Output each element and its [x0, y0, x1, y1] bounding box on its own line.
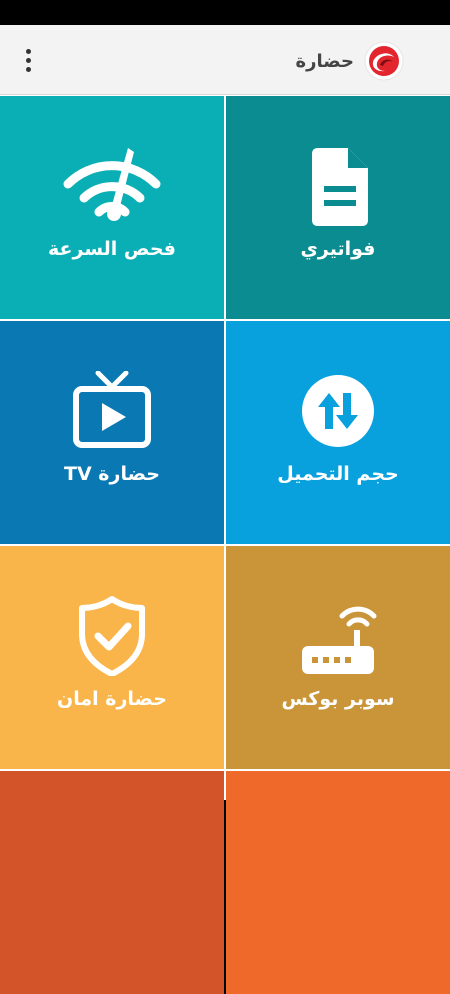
tile-label: حضارة TV — [64, 463, 160, 485]
brand: حضارة — [296, 41, 404, 81]
router-icon — [288, 596, 388, 676]
tile-label: حضارة امان — [57, 688, 167, 710]
brand-name: حضارة — [295, 50, 354, 72]
hadara-logo-icon — [364, 41, 404, 81]
tile-partial-left[interactable] — [0, 771, 224, 994]
tile-label: فواتيري — [300, 238, 376, 260]
up-down-arrows-icon — [288, 371, 388, 451]
tile-super-box[interactable]: سوبر بوكس — [226, 546, 450, 769]
services-grid: فحص السرعة فواتيري حضارة TV حجم التحميل … — [0, 95, 450, 994]
tv-play-icon — [62, 371, 162, 451]
status-bar — [0, 0, 450, 25]
tile-download-usage[interactable]: حجم التحميل — [226, 321, 450, 544]
more-vert-dot — [25, 57, 31, 63]
tile-hadara-aman[interactable]: حضارة امان — [0, 546, 224, 769]
tile-label: فحص السرعة — [48, 238, 176, 260]
shield-check-icon — [62, 596, 162, 676]
tile-hadara-tv[interactable]: حضارة TV — [0, 321, 224, 544]
document-icon — [288, 146, 388, 226]
tile-my-bills[interactable]: فواتيري — [226, 96, 450, 319]
tile-partial-right[interactable] — [226, 771, 450, 994]
app-bar: حضارة — [0, 25, 450, 95]
more-vert-dot — [25, 66, 31, 72]
tile-label: حجم التحميل — [277, 463, 399, 485]
tile-speed-test[interactable]: فحص السرعة — [0, 96, 224, 319]
more-options-button[interactable] — [14, 45, 42, 75]
speedometer-wifi-icon — [62, 146, 162, 226]
tile-label: سوبر بوكس — [281, 688, 395, 710]
more-vert-icon — [25, 48, 31, 54]
